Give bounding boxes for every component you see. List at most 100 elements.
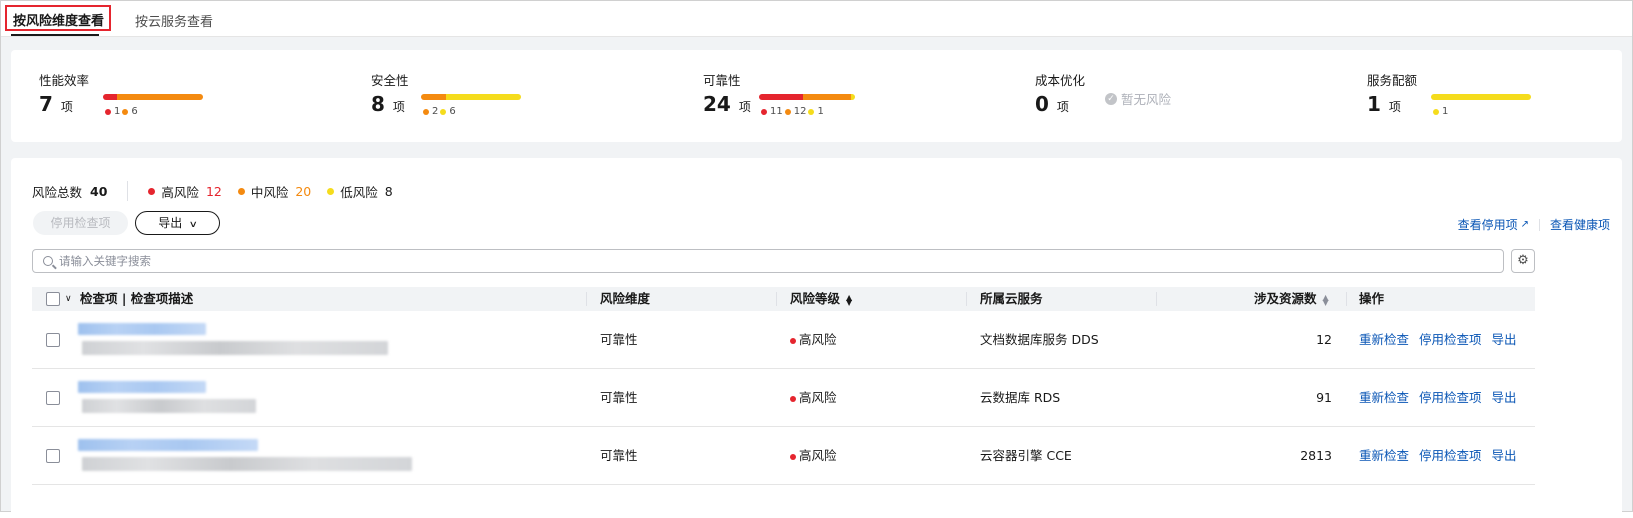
medium-risk-value: 20 [295,183,312,199]
disable-check-link[interactable]: 停用检查项 [1419,448,1482,463]
header-dimension: 风险维度 [600,291,651,306]
view-healthy-link[interactable]: 查看健康项 [1550,216,1610,233]
low-risk-value: 8 [384,183,393,199]
dimension-count-value: 24 [703,92,731,116]
dimension-card[interactable]: 可靠性 24 项 [703,70,751,116]
dimension-card[interactable]: 性能效率 7 项 [39,70,90,116]
disable-check-button[interactable]: 停用检查项 [33,211,128,235]
row-risk-level: 高风险 [790,311,837,369]
dimension-summary: 性能效率 7 项 1 6 安全性 8 项 2 6 可靠性 24 项 11 12 1 成本优化 0 项 ✓ 暂无风险 服务配… [11,50,1622,142]
dimension-count-value: 0 [1035,92,1049,116]
medium-risk-dot [784,108,791,115]
row-dimension: 可靠性 [600,332,638,347]
check-item-title-redacted[interactable] [78,439,258,451]
medium-risk-dot [423,108,429,115]
tab-cloud-service[interactable]: 按云服务查看 [135,11,213,30]
dimension-name: 可靠性 [703,73,741,88]
recheck-link[interactable]: 重新检查 [1359,332,1409,347]
column-divider [586,292,587,306]
row-risk-level: 高风险 [790,369,837,427]
column-divider [1156,292,1157,306]
disable-check-link[interactable]: 停用检查项 [1419,332,1482,347]
row-checkbox[interactable] [46,449,60,463]
expand-chevron-icon[interactable]: ∨ [65,287,72,311]
active-tab-indicator [11,34,99,36]
tab-risk-dimension[interactable]: 按风险维度查看 [5,5,112,31]
row-checkbox[interactable] [46,333,60,347]
risk-legend: 11 12 1 [759,106,824,117]
export-link[interactable]: 导出 [1492,390,1517,405]
disable-check-link[interactable]: 停用检查项 [1419,390,1482,405]
select-all-checkbox[interactable] [46,292,60,306]
total-risk-value: 40 [90,183,108,199]
high-risk-segment [103,94,118,100]
row-risk-level: 高风险 [790,427,837,485]
dimension-card[interactable]: 安全性 8 项 [371,70,409,116]
external-link-icon: ↗ [1520,219,1529,230]
high-risk-segment [759,94,803,100]
check-item-title-redacted[interactable] [78,381,206,393]
row-resource-count: 2813 [1300,448,1332,463]
export-dropdown-button[interactable]: 导出 ∨ [135,211,220,235]
row-resource-count: 91 [1316,390,1332,405]
high-risk-dot [790,395,796,402]
low-risk-label: 低风险 [340,184,378,200]
dimension-count-value: 7 [39,92,53,116]
high-risk-count: 11 [770,106,783,117]
row-service: 云数据库 RDS [980,390,1061,405]
table-settings-button[interactable]: ⚙ [1511,249,1535,273]
header-resources: 涉及资源数 ▲ ▼ [1254,287,1329,311]
row-risk-level-text: 高风险 [799,390,837,405]
table-row[interactable]: 可靠性 高风险 云容器引擎 CCE 2813 重新检查 停用检查项 导出 [32,427,1535,485]
dimension-count-value: 1 [1367,92,1381,116]
row-operations: 重新检查 停用检查项 导出 [1359,427,1527,485]
high-risk-stat: 高风险 12 [148,182,222,201]
recheck-link[interactable]: 重新检查 [1359,390,1409,405]
view-disabled-link[interactable]: 查看停用项 [1458,216,1518,233]
high-risk-value: 12 [205,183,222,199]
high-risk-dot [761,108,767,115]
dimension-name: 性能效率 [39,73,90,88]
sort-icon[interactable]: ▲ ▼ [846,293,852,306]
column-divider [966,292,967,306]
row-checkbox[interactable] [46,391,60,405]
export-label: 导出 [158,216,183,230]
medium-risk-count: 12 [793,106,807,117]
dimension-name: 成本优化 [1035,73,1086,88]
risk-stats: 风险总数 40 高风险 12 中风险 20 低风险 8 [32,181,409,201]
risk-legend: 16 [103,106,138,117]
no-risk-text: 暂无风险 [1121,92,1172,107]
total-risk-label: 风险总数 [32,184,83,200]
low-risk-count: 1 [817,106,824,117]
row-risk-level-text: 高风险 [799,332,837,347]
table-row[interactable]: 可靠性 高风险 云数据库 RDS 91 重新检查 停用检查项 导出 [32,369,1535,427]
header-level-label: 风险等级 [790,291,841,306]
search-icon [43,256,53,266]
dimension-card[interactable]: 成本优化 0 项 [1035,70,1086,116]
sort-icon[interactable]: ▲ ▼ [1323,293,1329,306]
low-risk-dot [440,108,447,115]
high-risk-label: 高风险 [161,184,199,200]
header-resources-label: 涉及资源数 [1254,291,1317,306]
dimension-card[interactable]: 服务配额 1 项 [1367,70,1417,116]
check-circle-icon: ✓ [1105,92,1117,105]
export-link[interactable]: 导出 [1492,448,1517,463]
search-box [32,249,1504,273]
low-risk-segment [446,94,521,100]
links-divider [1538,218,1540,231]
search-input[interactable] [59,254,1459,268]
high-risk-dot [148,187,156,195]
dimension-name: 安全性 [371,73,409,88]
row-operations: 重新检查 停用检查项 导出 [1359,369,1527,427]
stats-divider [127,181,129,201]
gear-icon: ⚙ [1517,253,1529,268]
dimension-count: 7项 [39,92,73,116]
row-operations: 重新检查 停用检查项 导出 [1359,311,1527,369]
table-row[interactable]: 可靠性 高风险 文档数据库服务 DDS 12 重新检查 停用检查项 导出 [32,311,1535,369]
dimension-count: 24 项 [703,92,751,116]
low-risk-count: 6 [449,106,456,117]
check-item-description-redacted [82,399,256,413]
recheck-link[interactable]: 重新检查 [1359,448,1409,463]
export-link[interactable]: 导出 [1492,332,1517,347]
check-item-title-redacted[interactable] [78,323,206,335]
